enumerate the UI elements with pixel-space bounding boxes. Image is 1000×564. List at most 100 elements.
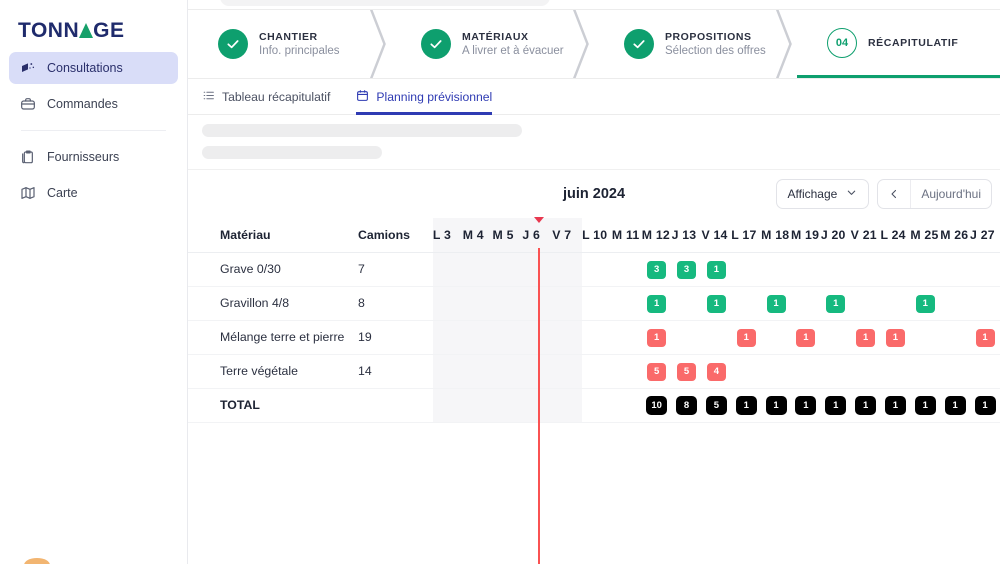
- delivery-badge[interactable]: 1: [886, 329, 905, 347]
- delivery-badge[interactable]: 1: [856, 329, 875, 347]
- planning-cell[interactable]: [522, 286, 552, 320]
- delivery-badge[interactable]: 1: [825, 396, 846, 415]
- sidebar-item-consultations[interactable]: Consultations: [9, 52, 178, 84]
- delivery-badge[interactable]: 3: [677, 261, 696, 279]
- delivery-badge[interactable]: 1: [737, 329, 756, 347]
- delivery-badge[interactable]: 1: [707, 261, 726, 279]
- planning-cell[interactable]: 1: [701, 286, 731, 320]
- delivery-badge[interactable]: 1: [796, 329, 815, 347]
- prev-period-button[interactable]: [878, 179, 910, 209]
- planning-cell[interactable]: 1: [881, 320, 911, 354]
- planning-cell[interactable]: [910, 320, 940, 354]
- planning-cell[interactable]: 3: [642, 252, 672, 286]
- affichage-button[interactable]: Affichage: [776, 179, 870, 209]
- planning-cell[interactable]: 1: [970, 320, 1000, 354]
- planning-cell[interactable]: [522, 252, 552, 286]
- delivery-badge[interactable]: 5: [677, 363, 696, 381]
- planning-cell[interactable]: [672, 286, 702, 320]
- planning-cell[interactable]: [433, 286, 463, 320]
- planning-cell[interactable]: [463, 286, 493, 320]
- planning-cell[interactable]: [552, 286, 582, 320]
- planning-cell[interactable]: 1: [791, 320, 821, 354]
- planning-cell[interactable]: [881, 252, 911, 286]
- planning-cell[interactable]: 4: [701, 354, 731, 388]
- planning-cell[interactable]: [582, 320, 612, 354]
- delivery-badge[interactable]: 1: [707, 295, 726, 313]
- planning-cell[interactable]: [731, 286, 761, 320]
- delivery-badge[interactable]: 10: [646, 396, 667, 415]
- planning-cell[interactable]: [731, 252, 761, 286]
- planning-cell[interactable]: [970, 252, 1000, 286]
- planning-cell[interactable]: 1: [642, 286, 672, 320]
- planning-cell[interactable]: [582, 252, 612, 286]
- delivery-badge[interactable]: 1: [885, 396, 906, 415]
- step-propositions[interactable]: PROPOSITIONS Sélection des offres: [594, 10, 797, 78]
- planning-cell[interactable]: [851, 252, 881, 286]
- planning-cell[interactable]: [701, 320, 731, 354]
- planning-cell[interactable]: [463, 320, 493, 354]
- planning-cell[interactable]: [851, 354, 881, 388]
- delivery-badge[interactable]: 1: [826, 295, 845, 313]
- delivery-badge[interactable]: 1: [915, 396, 936, 415]
- delivery-badge[interactable]: 1: [795, 396, 816, 415]
- planning-cell[interactable]: 5: [672, 354, 702, 388]
- planning-cell[interactable]: 1: [701, 252, 731, 286]
- planning-cell[interactable]: [761, 320, 791, 354]
- planning-cell[interactable]: 1: [851, 320, 881, 354]
- tab-planning-previsionnel[interactable]: Planning prévisionnel: [356, 79, 492, 115]
- support-bubble-icon[interactable]: [24, 558, 50, 564]
- delivery-badge[interactable]: 4: [707, 363, 726, 381]
- planning-cell[interactable]: [433, 252, 463, 286]
- tab-tableau-recapitulatif[interactable]: Tableau récapitulatif: [202, 79, 330, 115]
- delivery-badge[interactable]: 5: [706, 396, 727, 415]
- planning-cell[interactable]: [612, 354, 642, 388]
- planning-cell[interactable]: [881, 286, 911, 320]
- planning-cell[interactable]: 1: [731, 320, 761, 354]
- delivery-badge[interactable]: 3: [647, 261, 666, 279]
- planning-cell[interactable]: [672, 320, 702, 354]
- planning-cell[interactable]: [493, 286, 523, 320]
- planning-cell[interactable]: [761, 252, 791, 286]
- planning-cell[interactable]: 1: [642, 320, 672, 354]
- delivery-badge[interactable]: 1: [647, 295, 666, 313]
- delivery-badge[interactable]: 1: [976, 329, 995, 347]
- planning-cell[interactable]: [970, 354, 1000, 388]
- planning-cell[interactable]: [940, 354, 970, 388]
- sidebar-item-carte[interactable]: Carte: [9, 177, 178, 209]
- delivery-badge[interactable]: 1: [975, 396, 996, 415]
- planning-cell[interactable]: 1: [821, 286, 851, 320]
- planning-cell[interactable]: [552, 252, 582, 286]
- planning-cell[interactable]: [910, 354, 940, 388]
- planning-cell[interactable]: [612, 286, 642, 320]
- planning-cell[interactable]: [821, 354, 851, 388]
- planning-cell[interactable]: [940, 320, 970, 354]
- planning-cell[interactable]: 5: [642, 354, 672, 388]
- planning-cell[interactable]: [821, 320, 851, 354]
- planning-cell[interactable]: [522, 320, 552, 354]
- planning-cell[interactable]: [612, 252, 642, 286]
- planning-cell[interactable]: [552, 354, 582, 388]
- planning-cell[interactable]: [612, 320, 642, 354]
- app-logo[interactable]: TONNGE: [0, 0, 187, 46]
- planning-cell[interactable]: [582, 286, 612, 320]
- delivery-badge[interactable]: 1: [767, 295, 786, 313]
- delivery-badge[interactable]: 5: [647, 363, 666, 381]
- planning-cell[interactable]: [910, 252, 940, 286]
- delivery-badge[interactable]: 1: [945, 396, 966, 415]
- delivery-badge[interactable]: 1: [647, 329, 666, 347]
- planning-cell[interactable]: [791, 252, 821, 286]
- delivery-badge[interactable]: 1: [766, 396, 787, 415]
- delivery-badge[interactable]: 8: [676, 396, 697, 415]
- delivery-badge[interactable]: 1: [736, 396, 757, 415]
- planning-cell[interactable]: [940, 286, 970, 320]
- planning-cell[interactable]: [433, 320, 463, 354]
- planning-cell[interactable]: [433, 354, 463, 388]
- planning-cell[interactable]: [940, 252, 970, 286]
- sidebar-item-fournisseurs[interactable]: Fournisseurs: [9, 141, 178, 173]
- today-button[interactable]: Aujourd'hui: [911, 179, 991, 209]
- planning-cell[interactable]: [761, 354, 791, 388]
- delivery-badge[interactable]: 1: [916, 295, 935, 313]
- planning-cell[interactable]: [791, 286, 821, 320]
- planning-cell[interactable]: [493, 252, 523, 286]
- planning-cell[interactable]: [493, 354, 523, 388]
